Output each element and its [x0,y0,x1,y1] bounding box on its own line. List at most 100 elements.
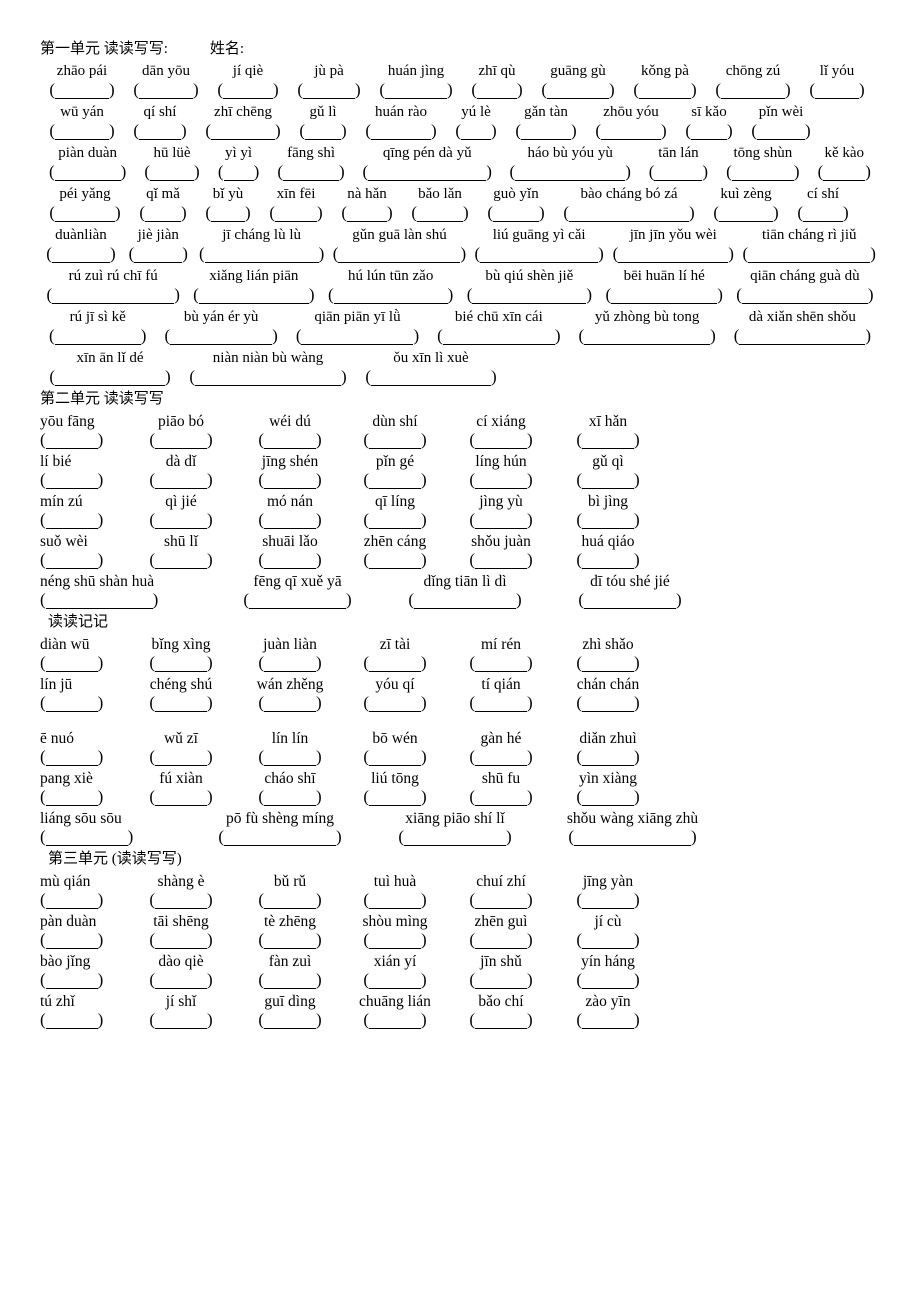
answer-blank[interactable]: () [363,891,427,909]
blank-cell[interactable]: () [344,747,446,768]
answer-blank[interactable]: () [365,122,437,140]
answer-blank[interactable]: () [133,81,199,99]
answer-blank[interactable]: () [379,81,453,99]
answer-blank[interactable]: () [576,1011,640,1029]
blank-write-line[interactable] [582,700,634,712]
blank-write-line[interactable] [731,169,794,181]
blank-cell[interactable]: () [608,245,738,265]
blank-cell[interactable]: () [599,286,730,306]
blank-write-line[interactable] [574,834,691,846]
blank-write-line[interactable] [264,477,316,489]
blank-write-line[interactable] [741,292,868,304]
blank-write-line[interactable] [582,557,634,569]
answer-blank[interactable]: () [469,931,533,949]
blank-write-line[interactable] [475,977,527,989]
answer-blank[interactable]: () [296,327,419,345]
blank-write-line[interactable] [475,700,527,712]
blank-write-line[interactable] [601,128,661,140]
answer-blank[interactable]: () [734,327,871,345]
blank-write-line[interactable] [582,437,634,449]
answer-blank[interactable]: () [576,551,640,569]
blank-cell[interactable]: () [126,970,236,991]
answer-blank[interactable]: () [40,694,103,712]
blank-write-line[interactable] [155,754,207,766]
blank-cell[interactable]: () [40,327,155,347]
blank-cell[interactable]: () [40,430,126,451]
blank-cell[interactable]: () [402,204,478,224]
answer-blank[interactable]: () [149,694,213,712]
answer-blank[interactable]: () [576,511,640,529]
blank-cell[interactable]: () [40,204,130,224]
answer-blank[interactable]: () [576,931,640,949]
blank-cell[interactable]: () [370,827,540,848]
blank-cell[interactable]: () [380,590,550,611]
blank-cell[interactable]: () [332,204,402,224]
answer-blank[interactable]: () [751,122,811,140]
blank-cell[interactable]: () [462,81,532,101]
blank-cell[interactable]: () [470,245,608,265]
answer-blank[interactable]: () [49,81,115,99]
blank-write-line[interactable] [45,700,98,712]
blank-write-line[interactable] [369,517,421,529]
answer-blank[interactable]: () [469,431,533,449]
answer-blank[interactable]: () [363,931,427,949]
blank-write-line[interactable] [264,660,316,672]
blank-cell[interactable]: () [446,930,556,951]
blank-cell[interactable]: () [135,163,208,183]
blank-cell[interactable]: () [446,470,556,491]
blank-write-line[interactable] [654,169,703,181]
blank-write-line[interactable] [51,251,110,263]
blank-cell[interactable]: () [354,163,501,183]
blank-cell[interactable]: () [556,470,660,491]
blank-write-line[interactable] [283,169,340,181]
blank-write-line[interactable] [569,210,689,222]
blank-cell[interactable]: () [344,890,446,911]
answer-blank[interactable]: () [809,81,865,99]
blank-cell[interactable]: () [126,930,236,951]
blank-write-line[interactable] [155,437,207,449]
answer-blank[interactable]: () [685,122,733,140]
blank-cell[interactable]: () [506,122,586,142]
blank-write-line[interactable] [134,251,183,263]
blank-write-line[interactable] [145,210,181,222]
blank-write-line[interactable] [475,437,527,449]
answer-blank[interactable]: () [149,931,213,949]
blank-write-line[interactable] [223,169,254,181]
answer-blank[interactable]: () [205,122,281,140]
blank-write-line[interactable] [54,333,141,345]
blank-write-line[interactable] [582,897,634,909]
answer-blank[interactable]: () [40,931,103,949]
answer-blank[interactable]: () [576,471,640,489]
answer-blank[interactable]: () [258,891,322,909]
blank-cell[interactable]: () [717,163,808,183]
blank-write-line[interactable] [584,333,711,345]
answer-blank[interactable]: () [199,245,324,263]
blank-write-line[interactable] [547,87,609,99]
blank-cell[interactable]: () [556,430,660,451]
blank-write-line[interactable] [155,897,207,909]
blank-cell[interactable]: () [126,787,236,808]
blank-cell[interactable]: () [236,787,344,808]
answer-blank[interactable]: () [269,204,323,222]
answer-blank[interactable]: () [469,511,533,529]
blank-cell[interactable]: () [122,245,195,265]
answer-blank[interactable]: () [713,204,779,222]
blank-write-line[interactable] [45,477,98,489]
blank-cell[interactable]: () [556,550,660,571]
blank-cell[interactable]: () [356,122,446,142]
blank-write-line[interactable] [475,477,527,489]
answer-blank[interactable]: () [613,245,734,263]
answer-blank[interactable]: () [40,431,103,449]
blank-cell[interactable]: () [40,653,126,674]
blank-write-line[interactable] [823,169,866,181]
blank-cell[interactable]: () [556,1010,660,1031]
blank-write-line[interactable] [264,437,316,449]
blank-cell[interactable]: () [329,245,471,265]
answer-blank[interactable]: () [40,891,103,909]
blank-write-line[interactable] [369,937,421,949]
blank-write-line[interactable] [369,660,421,672]
answer-blank[interactable]: () [49,327,146,345]
answer-blank[interactable]: () [471,81,523,99]
blank-write-line[interactable] [417,210,463,222]
blank-write-line[interactable] [155,660,207,672]
